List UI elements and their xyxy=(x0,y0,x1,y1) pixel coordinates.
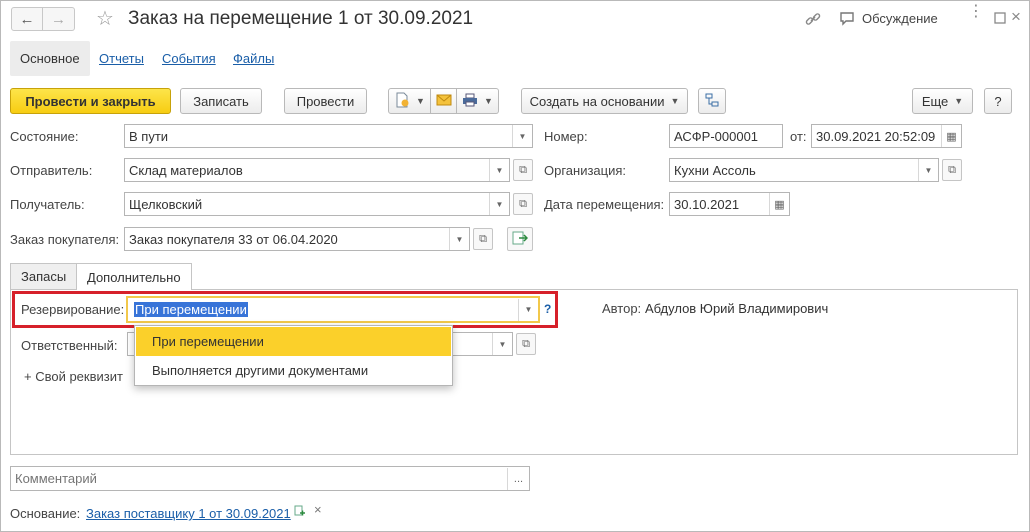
tab-events[interactable]: События xyxy=(162,51,216,66)
number-label: Номер: xyxy=(544,129,588,144)
state-value: В пути xyxy=(129,128,169,144)
more-button[interactable]: Еще ▼ xyxy=(912,88,973,114)
comment-input[interactable] xyxy=(15,471,507,486)
date-field[interactable]: 30.09.2021 20:52:09 ▦ xyxy=(811,124,962,148)
tab-additional[interactable]: Дополнительно xyxy=(76,263,192,290)
close-icon[interactable]: × xyxy=(1011,7,1021,27)
calendar-icon[interactable]: ▦ xyxy=(769,193,789,215)
tab-main[interactable]: Основное xyxy=(10,41,90,76)
chevron-down-icon: ▼ xyxy=(416,96,425,106)
remove-basis-icon[interactable]: × xyxy=(314,502,322,517)
document-add-small-icon[interactable] xyxy=(294,505,306,517)
open-responsible-icon[interactable]: ⧉ xyxy=(516,333,536,355)
discussion-label[interactable]: Обсуждение xyxy=(862,11,938,26)
org-field[interactable]: Кухни Ассоль ▼ xyxy=(669,158,939,182)
receiver-label: Получатель: xyxy=(10,197,85,212)
from-label: от: xyxy=(790,129,807,144)
help-button[interactable]: ? xyxy=(984,88,1012,114)
chevron-down-icon[interactable]: ▼ xyxy=(512,125,532,147)
structure-button[interactable] xyxy=(698,88,726,114)
more-menu-icon[interactable]: ⋮ xyxy=(968,4,984,20)
chat-icon[interactable] xyxy=(838,10,856,28)
post-and-close-button[interactable]: Провести и закрыть xyxy=(10,88,171,114)
receiver-field[interactable]: Щелковский ▼ xyxy=(124,192,510,216)
move-date-field[interactable]: 30.10.2021 ▦ xyxy=(669,192,790,216)
reservation-label: Резервирование: xyxy=(21,302,125,317)
move-date-value: 30.10.2021 xyxy=(674,196,740,212)
chevron-down-icon[interactable]: ▼ xyxy=(918,159,938,181)
forward-button[interactable]: → xyxy=(43,7,75,31)
chevron-down-icon[interactable]: ▼ xyxy=(489,193,509,215)
print-button[interactable]: ▼ xyxy=(457,88,499,114)
open-org-icon[interactable]: ⧉ xyxy=(942,159,962,181)
basis-label: Основание: xyxy=(10,506,81,521)
author-value: Абдулов Юрий Владимирович xyxy=(645,301,829,316)
tab-reports[interactable]: Отчеты xyxy=(99,51,144,66)
document-add-icon xyxy=(394,92,410,111)
customer-order-value: Заказ покупателя 33 от 06.04.2020 xyxy=(129,231,338,247)
sender-value: Склад материалов xyxy=(129,162,243,178)
chevron-down-icon[interactable]: ▼ xyxy=(489,159,509,181)
chevron-down-icon[interactable]: ▼ xyxy=(449,228,469,250)
move-date-label: Дата перемещения: xyxy=(544,197,665,212)
create-based-on-button[interactable]: Создать на основании ▼ xyxy=(521,88,688,114)
sender-field[interactable]: Склад материалов ▼ xyxy=(124,158,510,182)
number-field[interactable]: АСФР-000001 xyxy=(669,124,783,148)
date-value: 30.09.2021 20:52:09 xyxy=(816,128,936,144)
structure-icon xyxy=(704,92,720,111)
more-label: Еще xyxy=(921,93,949,109)
org-label: Организация: xyxy=(544,163,627,178)
post-button[interactable]: Провести xyxy=(284,88,367,114)
calendar-icon[interactable]: ▦ xyxy=(941,125,961,147)
dropdown-option-on-move[interactable]: При перемещении xyxy=(136,327,451,356)
chevron-down-icon: ▼ xyxy=(484,96,493,106)
favorite-star-icon[interactable]: ☆ xyxy=(96,6,114,31)
chevron-down-icon[interactable]: ▼ xyxy=(518,298,538,321)
comment-expand-button[interactable]: ... xyxy=(507,467,529,490)
document-arrow-icon xyxy=(512,231,529,248)
sender-label: Отправитель: xyxy=(10,163,93,178)
state-label: Состояние: xyxy=(10,129,79,144)
reservation-value: При перемещении xyxy=(134,302,248,317)
fill-from-order-button[interactable] xyxy=(507,227,533,251)
maximize-icon[interactable] xyxy=(992,10,1008,26)
printer-icon xyxy=(462,93,478,110)
toolbar-icon-group: ▼ ▼ xyxy=(388,88,499,114)
nav-group: ← → xyxy=(11,7,75,31)
save-button[interactable]: Записать xyxy=(180,88,262,114)
tab-stock[interactable]: Запасы xyxy=(10,263,78,289)
page-title: Заказ на перемещение 1 от 30.09.2021 xyxy=(128,8,474,29)
customer-order-label: Заказ покупателя: xyxy=(10,232,120,247)
state-field[interactable]: В пути ▼ xyxy=(124,124,533,148)
dropdown-option-other-docs[interactable]: Выполняется другими документами xyxy=(136,356,451,385)
chevron-down-icon[interactable]: ▼ xyxy=(492,333,512,355)
arrow-left-icon: ← xyxy=(19,10,35,28)
reservation-dropdown: При перемещении Выполняется другими доку… xyxy=(134,325,453,386)
open-receiver-icon[interactable]: ⧉ xyxy=(513,193,533,215)
tab-files[interactable]: Файлы xyxy=(233,51,274,66)
org-value: Кухни Ассоль xyxy=(674,162,756,178)
new-document-button[interactable]: ▼ xyxy=(388,88,431,114)
arrow-right-icon: → xyxy=(51,10,66,28)
create-based-label: Создать на основании xyxy=(529,93,665,109)
envelope-icon xyxy=(436,94,452,109)
author-label: Автор: xyxy=(602,301,642,316)
back-button[interactable]: ← xyxy=(11,7,43,31)
basis-link[interactable]: Заказ поставщику 1 от 30.09.2021 xyxy=(86,506,291,521)
link-icon[interactable] xyxy=(804,10,822,28)
chevron-down-icon: ▼ xyxy=(670,96,680,106)
open-customer-order-icon[interactable]: ⧉ xyxy=(473,228,493,250)
reservation-field[interactable]: При перемещении ▼ xyxy=(126,296,540,323)
help-question-icon[interactable]: ? xyxy=(544,302,551,316)
add-own-attribute-button[interactable]: + Свой реквизит xyxy=(24,369,123,384)
number-value: АСФР-000001 xyxy=(674,128,759,144)
open-sender-icon[interactable]: ⧉ xyxy=(513,159,533,181)
comment-field[interactable]: ... xyxy=(10,466,530,491)
receiver-value: Щелковский xyxy=(129,196,203,212)
chevron-down-icon: ▼ xyxy=(954,96,964,106)
email-button[interactable] xyxy=(431,88,457,114)
responsible-label: Ответственный: xyxy=(21,338,118,353)
customer-order-field[interactable]: Заказ покупателя 33 от 06.04.2020 ▼ xyxy=(124,227,470,251)
